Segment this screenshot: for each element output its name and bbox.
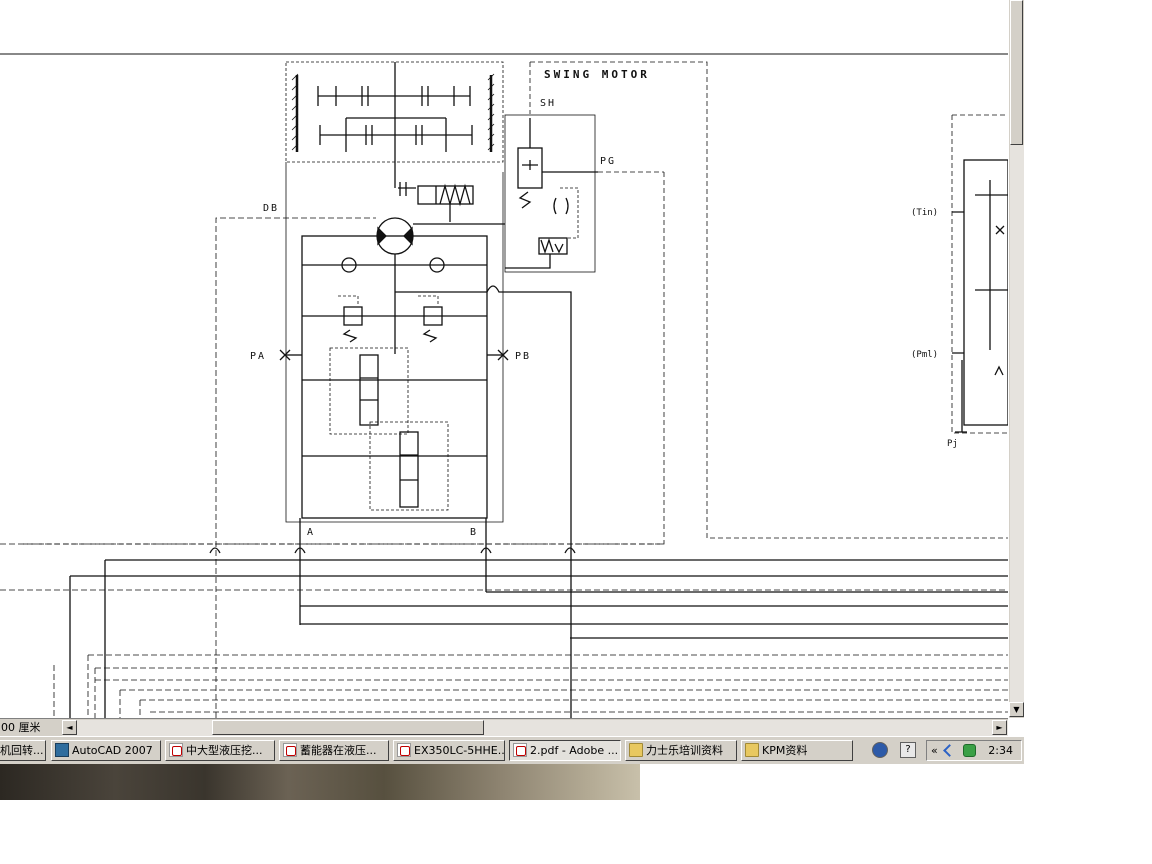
horizontal-scroll-thumb[interactable] <box>212 720 484 735</box>
task-button-2pdf-active[interactable]: 2.pdf - Adobe ... <box>509 740 621 761</box>
task-label: EX350LC-5HHE... <box>414 744 505 757</box>
vertical-scroll-thumb[interactable] <box>1010 0 1023 145</box>
label-port-b: B <box>470 527 478 538</box>
pdf-icon <box>169 743 183 757</box>
taskbar: 机回转... AutoCAD 2007 中大型液压挖... 蓄能器在液压... … <box>0 736 1024 764</box>
label-pml: (Pml) <box>911 350 938 360</box>
hydraulic-schematic: SWING MOTOR SH PG DB PA PB A B (Tin) (Pm… <box>0 53 1008 718</box>
task-label: 力士乐培训资料 <box>646 744 723 757</box>
scroll-left-button[interactable]: ◄ <box>62 720 77 735</box>
label-port-a: A <box>307 527 315 538</box>
task-button-pdf-accumulator[interactable]: 蓄能器在液压... <box>279 740 389 761</box>
task-label: KPM资料 <box>762 744 808 757</box>
scroll-right-button[interactable]: ► <box>992 720 1007 735</box>
label-swing-motor: SWING MOTOR <box>544 68 650 81</box>
pdf-icon <box>397 743 411 757</box>
help-icon[interactable]: ? <box>900 742 916 758</box>
label-pg: PG <box>600 156 616 167</box>
folder-icon <box>745 743 759 757</box>
scroll-down-button[interactable]: ▼ <box>1009 702 1024 717</box>
vertical-scroll-track[interactable] <box>1010 145 1024 702</box>
task-label: 中大型液压挖... <box>186 744 263 757</box>
bottom-bar: 00 厘米 ◄ ► <box>0 718 1008 736</box>
label-sh: SH <box>540 98 556 109</box>
task-button-swing[interactable]: 机回转... <box>0 740 46 761</box>
bluetooth-icon[interactable] <box>943 744 956 757</box>
label-pb: PB <box>515 351 531 362</box>
task-button-autocad[interactable]: AutoCAD 2007 <box>51 740 161 761</box>
security-icon[interactable] <box>963 744 976 757</box>
label-tin: (Tin) <box>911 208 938 218</box>
folder-icon <box>629 743 643 757</box>
task-label: 2.pdf - Adobe ... <box>530 744 619 757</box>
desktop-photo-strip <box>0 764 640 800</box>
label-db: DB <box>263 203 279 214</box>
task-label: 机回转... <box>0 744 44 757</box>
task-button-pdf-excavator[interactable]: 中大型液压挖... <box>165 740 275 761</box>
task-label: AutoCAD 2007 <box>72 744 153 757</box>
tray-collapse-button[interactable]: « <box>931 741 938 760</box>
vertical-scrollbar[interactable]: ▼ <box>1008 0 1024 718</box>
horizontal-scrollbar[interactable]: ◄ ► <box>62 720 1008 736</box>
clock[interactable]: 2:34 <box>988 741 1013 760</box>
task-label: 蓄能器在液压... <box>300 744 377 757</box>
autocad-icon <box>55 743 69 757</box>
document-viewport[interactable]: SWING MOTOR SH PG DB PA PB A B (Tin) (Pm… <box>0 0 1008 718</box>
label-pj: Pj <box>947 439 958 449</box>
network-app-icon[interactable] <box>872 742 888 758</box>
system-tray: « 2:34 <box>926 740 1022 761</box>
pdf-icon <box>283 743 297 757</box>
task-button-pdf-ex350[interactable]: EX350LC-5HHE... <box>393 740 505 761</box>
page-size-readout: 00 厘米 <box>0 720 61 735</box>
task-button-folder-rexroth[interactable]: 力士乐培训资料 <box>625 740 737 761</box>
label-pa: PA <box>250 351 266 362</box>
pdf-icon <box>513 743 527 757</box>
task-button-folder-kpm[interactable]: KPM资料 <box>741 740 853 761</box>
